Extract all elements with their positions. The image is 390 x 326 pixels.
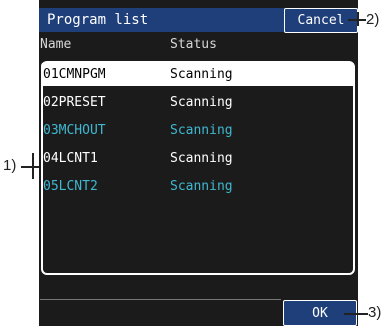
- program-status: Scanning: [170, 67, 233, 82]
- program-status: Scanning: [170, 95, 233, 110]
- program-status: Scanning: [170, 123, 233, 138]
- callout-label-cancel: 2): [366, 11, 380, 28]
- list-item[interactable]: 04LCNT1 Scanning: [41, 146, 353, 170]
- list-item[interactable]: 02PRESET Scanning: [41, 90, 353, 114]
- footer-divider: [40, 299, 281, 300]
- program-status: Scanning: [170, 179, 233, 194]
- program-name: 03MCHOUT: [43, 123, 106, 138]
- list-item[interactable]: 05LCNT2 Scanning: [41, 174, 353, 198]
- callout-leader-list: [21, 166, 39, 168]
- list-item[interactable]: 03MCHOUT Scanning: [41, 118, 353, 142]
- program-name: 01CMNPGM: [43, 67, 106, 82]
- program-name: 04LCNT1: [43, 151, 98, 166]
- program-name: 02PRESET: [43, 95, 106, 110]
- column-header-status: Status: [170, 37, 217, 52]
- program-status: Scanning: [170, 151, 233, 166]
- callout-label-ok: 3): [368, 304, 382, 321]
- callout-label-list: 1): [3, 157, 17, 174]
- program-name: 05LCNT2: [43, 179, 98, 194]
- callout-leader-ok: [344, 313, 368, 315]
- window-title: Program list: [47, 12, 149, 28]
- column-header-name: Name: [40, 37, 72, 52]
- callout-bracket-cancel: [357, 12, 359, 26]
- callout-bracket-list: [32, 153, 34, 179]
- list-item[interactable]: 01CMNPGM Scanning: [41, 62, 353, 86]
- cancel-button[interactable]: Cancel: [284, 8, 358, 33]
